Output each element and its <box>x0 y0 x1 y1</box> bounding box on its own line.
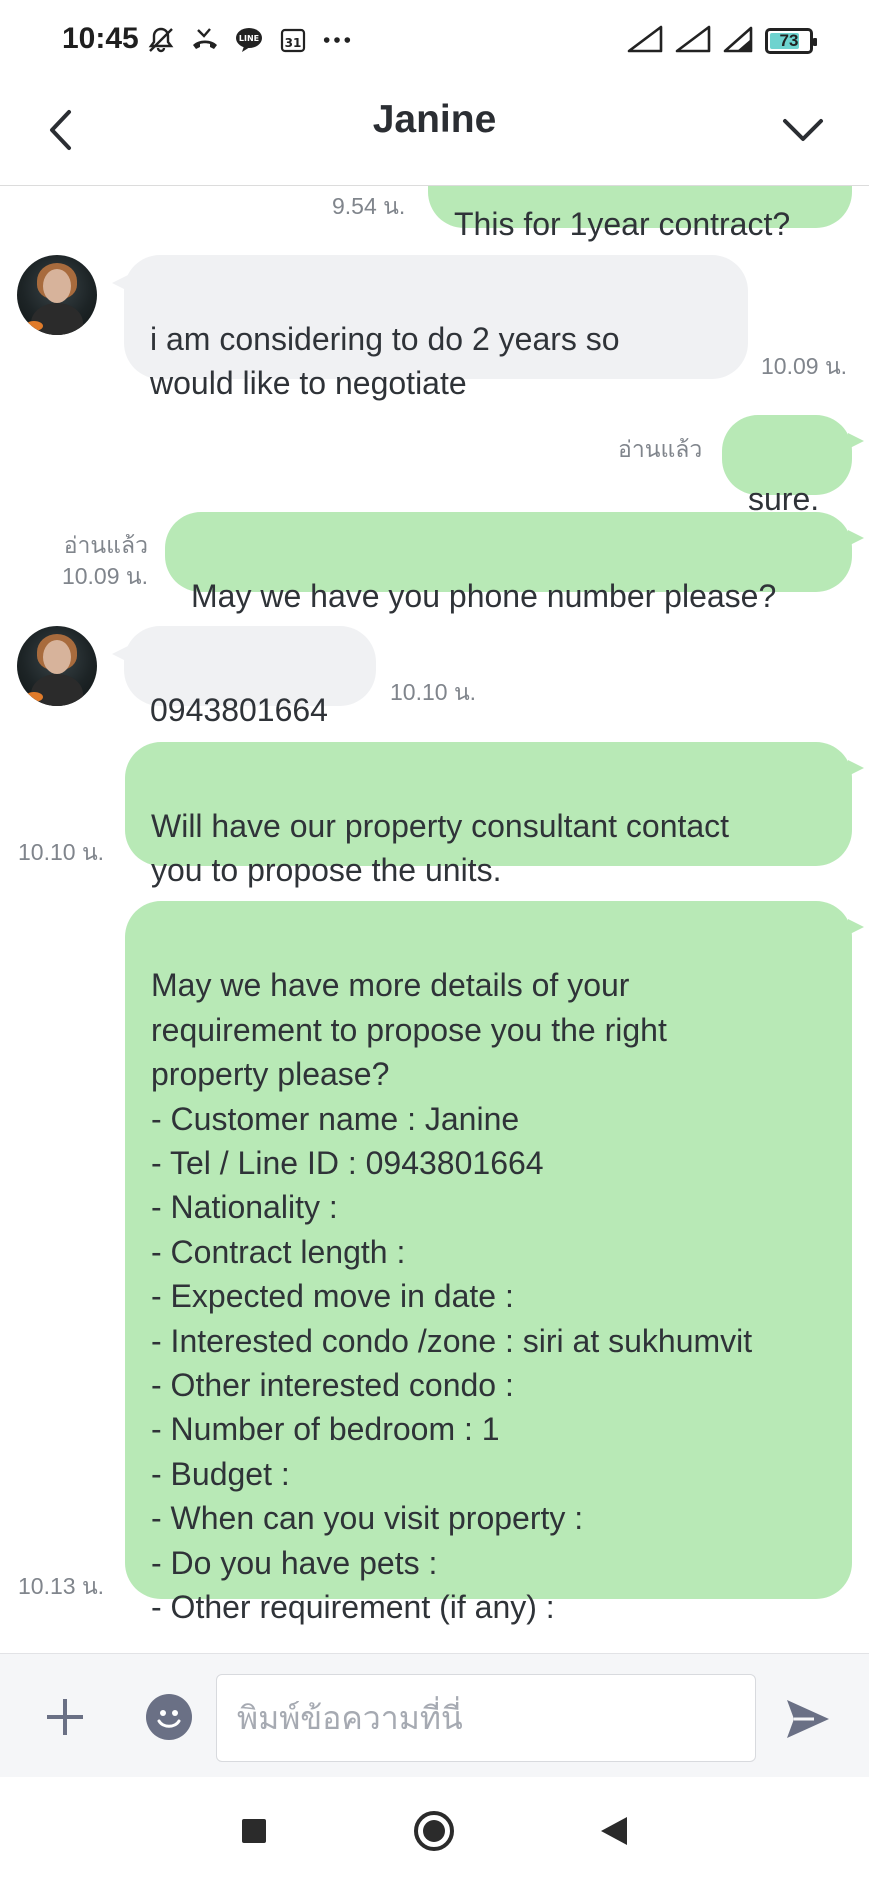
message-time: 9.54 น. <box>332 193 406 219</box>
contact-name[interactable]: Janine <box>0 98 869 142</box>
home-button[interactable] <box>410 1807 458 1855</box>
calendar-day: 31 <box>285 36 302 50</box>
line-app-label: LINE <box>239 34 259 43</box>
signal-icon <box>627 25 663 58</box>
triangle-back-icon <box>601 1817 627 1845</box>
read-receipt: อ่านแล้ว <box>63 532 148 558</box>
message-bubble-outgoing[interactable]: This for 1year contract? <box>428 186 852 242</box>
chevron-down-icon <box>783 119 823 141</box>
message-text: May we have more details of your require… <box>151 967 753 1626</box>
line-app-icon: LINE <box>234 25 264 55</box>
message-text: May we have you phone number please? <box>191 578 777 614</box>
plus-icon <box>47 1699 83 1735</box>
battery-level: 73 <box>779 31 799 50</box>
circle-icon <box>414 1811 454 1851</box>
system-nav-bar <box>0 1777 869 1883</box>
battery-icon: 73 <box>765 28 817 54</box>
message-input[interactable] <box>216 1674 756 1762</box>
message-list[interactable]: This for 1year contract? 9.54 น. i am co… <box>0 186 869 1653</box>
message-bubble-outgoing[interactable]: May we have more details of your require… <box>125 901 864 1625</box>
smiley-icon <box>157 1710 181 1728</box>
message-bubble-outgoing[interactable]: Will have our property consultant contac… <box>125 742 864 888</box>
message-time: 10.10 น. <box>18 839 105 865</box>
status-time: 10:45 <box>62 22 139 55</box>
back-nav-button[interactable] <box>590 1807 638 1855</box>
message-text: This for 1year contract? <box>454 206 791 242</box>
attach-button[interactable] <box>40 1692 90 1742</box>
contact-avatar[interactable] <box>17 255 97 335</box>
wifi-icon <box>723 25 753 58</box>
message-time: 10.10 น. <box>390 679 477 705</box>
missed-call-icon <box>190 25 220 55</box>
message-time: 10.13 น. <box>18 1573 105 1599</box>
status-notification-icons: LINE 31 <box>146 22 352 58</box>
contact-avatar[interactable] <box>17 626 97 706</box>
message-time: 10.09 น. <box>761 353 848 379</box>
status-system-icons: 73 <box>627 24 817 58</box>
status-bar: 10:45 LINE 31 73 <box>0 0 869 78</box>
signal-icon <box>675 25 711 58</box>
send-button[interactable] <box>781 1692 835 1746</box>
notifications-off-icon <box>146 25 176 55</box>
message-text: i am considering to do 2 years so would … <box>150 321 620 401</box>
message-composer <box>0 1653 869 1777</box>
message-text: 0943801664 <box>150 692 328 728</box>
more-dots-icon <box>322 25 352 55</box>
message-bubble-incoming[interactable]: i am considering to do 2 years so would … <box>112 255 748 401</box>
emoji-button[interactable] <box>146 1694 192 1740</box>
chat-menu-button[interactable] <box>773 100 833 160</box>
message-bubble-incoming[interactable]: 0943801664 <box>112 626 376 728</box>
recents-button[interactable] <box>230 1807 278 1855</box>
chat-screen: 10:45 LINE 31 73 Janine This for 1year c… <box>0 0 869 1883</box>
calendar-icon: 31 <box>278 25 308 55</box>
message-bubble-outgoing[interactable]: May we have you phone number please? <box>165 512 864 614</box>
read-receipt: อ่านแล้ว <box>618 436 703 462</box>
square-icon <box>242 1819 266 1843</box>
send-icon <box>787 1700 829 1738</box>
message-time: 10.09 น. <box>61 563 148 589</box>
message-bubble-outgoing[interactable]: sure. <box>722 415 864 517</box>
chat-header: Janine <box>0 78 869 186</box>
message-text: Will have our property consultant contac… <box>151 808 730 888</box>
